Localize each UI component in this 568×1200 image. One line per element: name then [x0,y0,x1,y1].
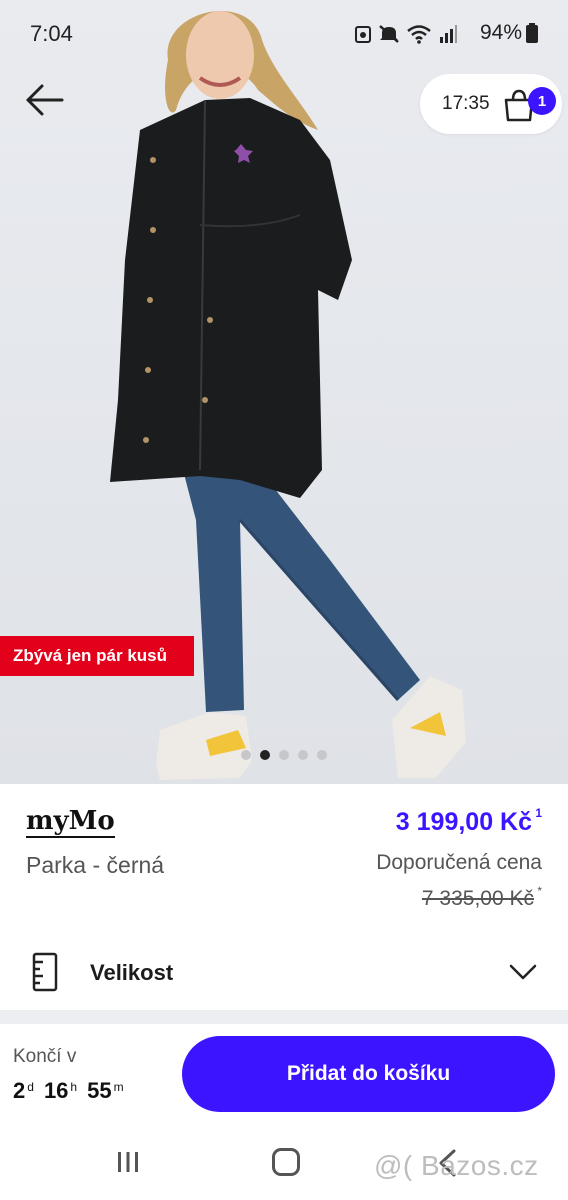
recommended-price-footnote: * [537,884,542,898]
cart-reservation-timer: 17:35 [442,93,490,114]
stock-badge: Zbývá jen pár kusů [0,636,194,676]
arrow-left-icon [26,84,64,116]
battery-icon [526,23,538,43]
brand-logo[interactable]: myMo [26,806,115,838]
recents-icon[interactable] [116,1150,140,1174]
carousel-dot[interactable] [241,750,251,760]
carousel-indicator [241,750,327,760]
offer-ends-label: Končí v [13,1046,77,1067]
signal-icon [440,25,457,43]
status-bar: 7:04 94% [0,0,568,68]
cart-button[interactable]: 17:35 1 [420,74,562,134]
battery-status: 94% [480,21,538,45]
countdown-days-unit: d [27,1080,34,1094]
chevron-down-icon [509,964,537,980]
countdown-hours: 16 [43,1078,69,1103]
home-button[interactable] [272,1148,300,1176]
carousel-dot[interactable] [317,750,327,760]
carousel-dot[interactable] [298,750,308,760]
recycle-notification-icon [355,26,371,43]
countdown-minutes: 55 [87,1078,112,1103]
section-divider [0,1010,568,1024]
product-price: 3 199,00 Kč [395,808,532,836]
wifi-icon [407,25,431,44]
cart-count-badge: 1 [528,87,556,115]
watermark-text: @( Bazos.cz [374,1150,539,1181]
offer-countdown: 2 d 16 h 55 m [13,1078,134,1104]
recommended-price-value: 7 335,00 Kč [421,887,534,910]
status-time: 7:04 [30,21,73,46]
ruler-icon [32,952,58,992]
product-title: Parka - černá [26,852,165,878]
countdown-days: 2 [13,1078,26,1103]
add-to-cart-button[interactable]: Přidat do košíku [182,1036,555,1112]
carousel-dot-active[interactable] [260,750,270,760]
countdown-hours-unit: h [70,1080,78,1094]
size-selector-label: Velikost [90,960,174,985]
price-footnote: 1 [535,806,542,820]
size-selector[interactable]: Velikost [0,936,568,1010]
recommended-price-label: Doporučená cena [376,851,542,874]
mute-icon [379,25,399,43]
back-button[interactable] [22,80,66,120]
status-icons [354,24,458,44]
battery-percent: 94% [479,21,522,44]
countdown-minutes-unit: m [113,1080,124,1094]
carousel-dot[interactable] [279,750,289,760]
